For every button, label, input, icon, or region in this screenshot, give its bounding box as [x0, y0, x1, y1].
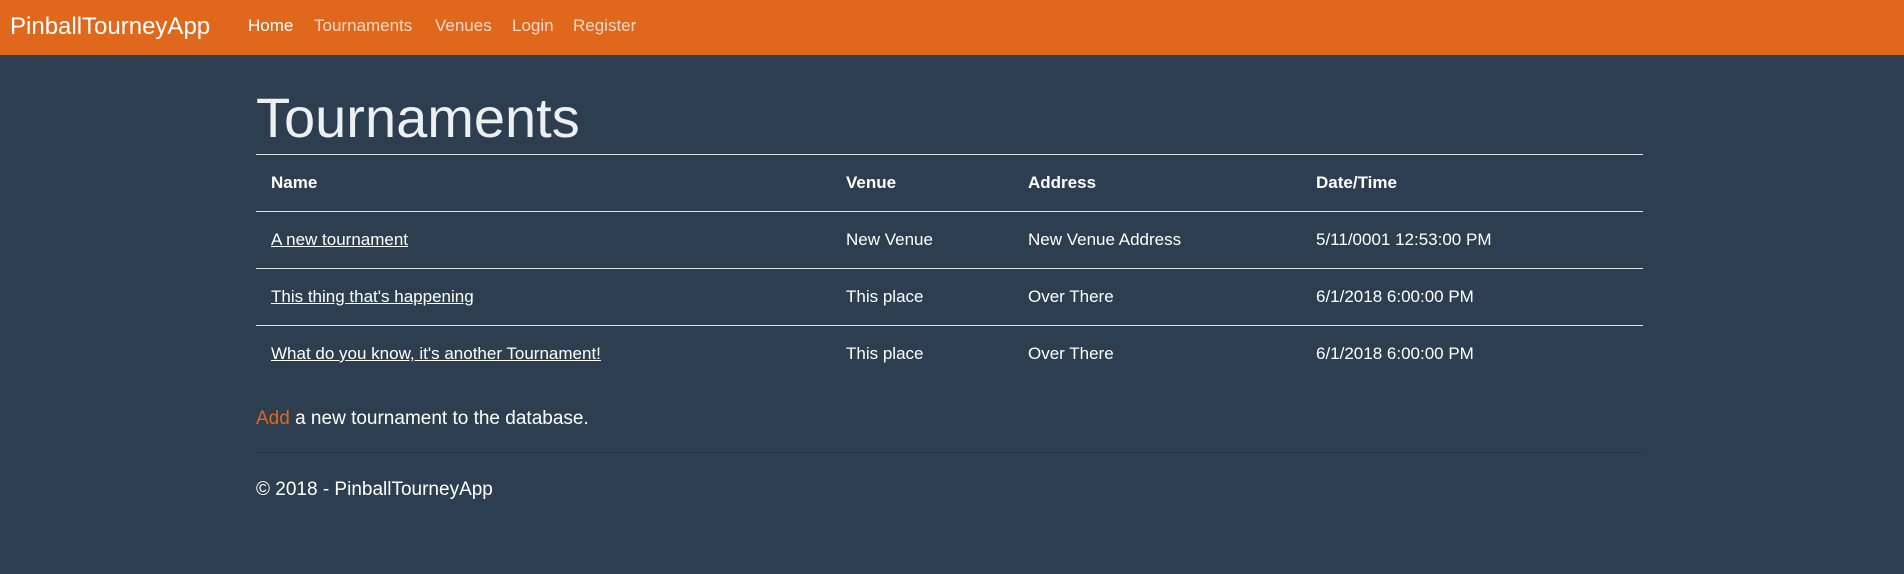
- address-cell: New Venue Address: [1013, 211, 1301, 269]
- table-row: A new tournament New Venue New Venue Add…: [256, 211, 1643, 269]
- venue-cell: This place: [831, 268, 1013, 326]
- venue-cell: This place: [831, 325, 1013, 382]
- brand-link[interactable]: PinballTourneyApp: [10, 13, 210, 41]
- tournament-link[interactable]: A new tournament: [271, 230, 408, 249]
- venue-cell: New Venue: [831, 211, 1013, 269]
- address-cell: Over There: [1013, 325, 1301, 382]
- datetime-cell: 6/1/2018 6:00:00 PM: [1301, 325, 1643, 382]
- datetime-cell: 5/11/0001 12:53:00 PM: [1301, 211, 1643, 269]
- table-row: What do you know, it's another Tournamen…: [256, 325, 1643, 382]
- header-address: Address: [1013, 154, 1301, 212]
- nav-register[interactable]: Register: [573, 16, 636, 36]
- add-description: a new tournament to the database.: [289, 408, 589, 429]
- address-cell: Over There: [1013, 268, 1301, 326]
- tournaments-table: Name Venue Address Date/Time A new tourn…: [256, 154, 1643, 382]
- table-row: This thing that's happening This place O…: [256, 268, 1643, 326]
- navbar: PinballTourneyApp Home Tournaments Venue…: [0, 0, 1904, 55]
- add-tournament-text: Add a new tournament to the database.: [256, 408, 589, 430]
- footer-text: © 2018 - PinballTourneyApp: [256, 479, 493, 500]
- header-venue: Venue: [831, 154, 1013, 212]
- page-title: Tournaments: [256, 86, 580, 149]
- nav-home[interactable]: Home: [248, 16, 293, 36]
- datetime-cell: 6/1/2018 6:00:00 PM: [1301, 268, 1643, 326]
- nav-login[interactable]: Login: [512, 16, 554, 36]
- tournament-link[interactable]: What do you know, it's another Tournamen…: [271, 344, 601, 363]
- nav-tournaments[interactable]: Tournaments: [314, 16, 412, 36]
- tournament-link[interactable]: This thing that's happening: [271, 287, 474, 306]
- header-datetime: Date/Time: [1301, 154, 1643, 212]
- nav-venues[interactable]: Venues: [435, 16, 492, 36]
- table-header-row: Name Venue Address Date/Time: [256, 154, 1643, 212]
- footer-divider: [256, 452, 1643, 453]
- add-tournament-link[interactable]: Add: [256, 408, 290, 429]
- header-name: Name: [256, 154, 831, 212]
